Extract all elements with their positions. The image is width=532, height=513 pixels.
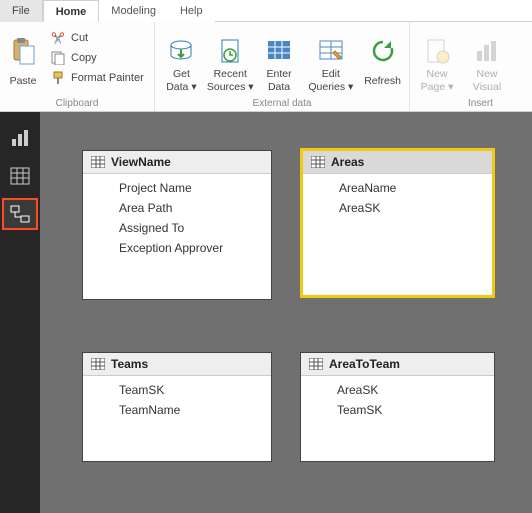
group-external: Get Data ▾ Recent Sources ▾ Enter Data E… xyxy=(155,22,410,111)
get-data-label: Get Data ▾ xyxy=(166,68,196,94)
field[interactable]: TeamSK xyxy=(301,400,494,420)
refresh-icon xyxy=(368,36,398,66)
table-teams[interactable]: Teams TeamSK TeamName xyxy=(82,352,272,462)
field[interactable]: Exception Approver xyxy=(83,238,271,258)
new-visual-icon xyxy=(472,36,502,66)
model-view-button[interactable] xyxy=(2,198,38,230)
table-title: AreaToTeam xyxy=(329,357,400,371)
field[interactable]: Project Name xyxy=(83,178,271,198)
field[interactable]: AreaSK xyxy=(303,198,492,218)
copy-button[interactable]: Copy xyxy=(45,48,148,68)
table-icon xyxy=(309,358,323,370)
tab-home[interactable]: Home xyxy=(43,0,100,22)
table-title: Areas xyxy=(331,155,364,169)
field[interactable]: AreaSK xyxy=(301,380,494,400)
tab-file[interactable]: File xyxy=(0,0,43,22)
app-tabs: File Home Modeling Help xyxy=(0,0,532,22)
new-page-label: New Page ▾ xyxy=(421,68,454,94)
table-viewname[interactable]: ViewName Project Name Area Path Assigned… xyxy=(82,150,272,300)
table-icon xyxy=(91,358,105,370)
enter-data-icon xyxy=(264,36,294,66)
new-page-button: New Page ▾ xyxy=(413,24,461,94)
edit-queries-button[interactable]: Edit Queries ▾ xyxy=(304,24,357,94)
recent-sources-label: Recent Sources ▾ xyxy=(207,68,254,94)
field[interactable]: Area Path xyxy=(83,198,271,218)
cut-button[interactable]: ✂️ Cut xyxy=(45,28,148,48)
recent-sources-button[interactable]: Recent Sources ▾ xyxy=(207,24,254,94)
cut-icon: ✂️ xyxy=(49,32,67,45)
edit-queries-label: Edit Queries ▾ xyxy=(308,68,353,94)
report-view-button[interactable] xyxy=(2,122,38,154)
model-canvas[interactable]: ViewName Project Name Area Path Assigned… xyxy=(40,112,532,513)
tab-modeling[interactable]: Modeling xyxy=(99,0,168,22)
group-clipboard: Paste ✂️ Cut Copy Format Painte xyxy=(0,22,155,111)
tab-help[interactable]: Help xyxy=(168,0,215,22)
brush-icon xyxy=(49,71,67,85)
paste-label: Paste xyxy=(10,68,37,94)
format-painter-label: Format Painter xyxy=(71,72,144,84)
view-rail xyxy=(0,112,40,513)
field[interactable]: TeamSK xyxy=(83,380,271,400)
copy-icon xyxy=(49,51,67,65)
table-title: ViewName xyxy=(111,155,171,169)
table-areatoteam[interactable]: AreaToTeam AreaSK TeamSK xyxy=(300,352,495,462)
group-insert-label: Insert xyxy=(413,98,529,110)
get-data-icon xyxy=(166,36,196,66)
group-external-label: External data xyxy=(158,98,406,110)
paste-button[interactable]: Paste xyxy=(3,24,43,94)
edit-queries-icon xyxy=(316,36,346,66)
new-page-icon xyxy=(422,36,452,66)
field[interactable]: Assigned To xyxy=(83,218,271,238)
enter-data-button[interactable]: Enter Data xyxy=(256,24,303,94)
field[interactable]: AreaName xyxy=(303,178,492,198)
table-icon xyxy=(91,156,105,168)
paste-icon xyxy=(8,36,38,66)
field[interactable]: TeamName xyxy=(83,400,271,420)
new-visual-label: New Visual xyxy=(473,68,501,94)
get-data-button[interactable]: Get Data ▾ xyxy=(158,24,205,94)
refresh-button[interactable]: Refresh xyxy=(359,24,406,94)
enter-data-label: Enter Data xyxy=(267,68,292,94)
format-painter-button[interactable]: Format Painter xyxy=(45,68,148,88)
workspace: ViewName Project Name Area Path Assigned… xyxy=(0,112,532,513)
refresh-label: Refresh xyxy=(364,68,401,94)
table-icon xyxy=(311,156,325,168)
table-title: Teams xyxy=(111,357,148,371)
copy-label: Copy xyxy=(71,52,97,64)
cut-label: Cut xyxy=(71,32,88,44)
new-visual-button: New Visual xyxy=(463,24,511,94)
data-view-button[interactable] xyxy=(2,160,38,192)
recent-sources-icon xyxy=(215,36,245,66)
table-areas[interactable]: Areas AreaName AreaSK xyxy=(300,148,495,298)
ribbon: Paste ✂️ Cut Copy Format Painte xyxy=(0,22,532,112)
group-clipboard-label: Clipboard xyxy=(3,98,151,110)
group-insert: New Page ▾ New Visual Insert xyxy=(410,22,532,111)
